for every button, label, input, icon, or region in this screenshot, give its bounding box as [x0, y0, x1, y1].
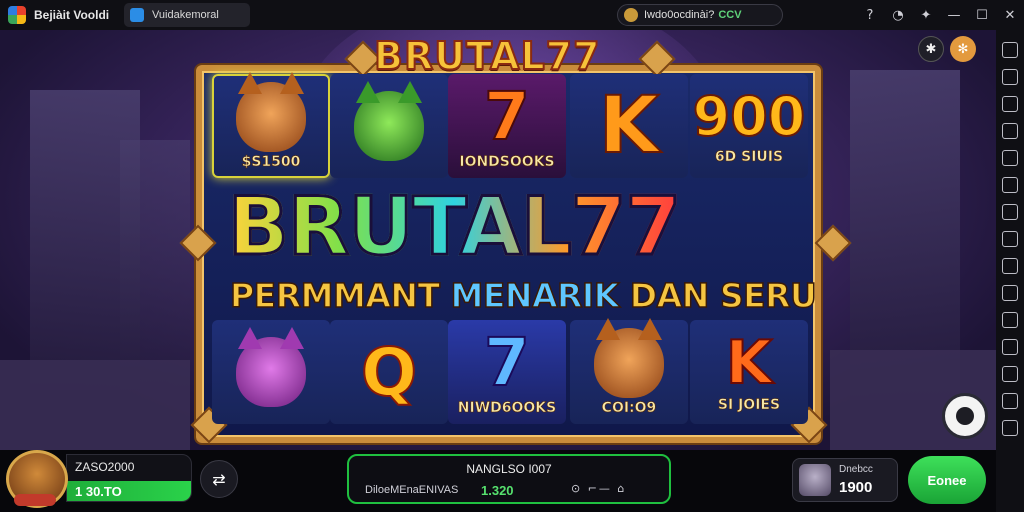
reel-cell[interactable] [330, 74, 448, 178]
cat-orange-icon [594, 318, 664, 398]
maximize-icon[interactable]: ☐ [968, 0, 996, 30]
reel-cell[interactable]: 900 6D SIUIS [690, 74, 808, 178]
balance-bar: 1 30.TO [67, 481, 191, 501]
cell-caption: $S1500 [241, 154, 301, 171]
grid-icon[interactable] [1002, 69, 1018, 85]
tab-app-icon [130, 8, 144, 22]
expand-icon[interactable] [1002, 42, 1018, 58]
puzzle-badge-icon[interactable]: ✱ [918, 36, 944, 62]
win-panel-title: NANGLSO I007 [466, 462, 552, 476]
promo-text: Iwdo0ocdinài? [644, 9, 715, 21]
balance-label: ZASO2000 [75, 460, 135, 474]
puzzle-icon[interactable]: ✦ [912, 0, 940, 30]
back-icon[interactable] [1002, 393, 1018, 409]
cat-purple-icon [236, 327, 306, 407]
cell-caption: NIWD6OOKS [457, 400, 557, 417]
location-icon[interactable] [1002, 339, 1018, 355]
floating-button-icon [956, 407, 974, 425]
reel-cell[interactable]: K [570, 74, 688, 178]
cell-caption: 6D SIUIS [714, 149, 784, 166]
tab-game[interactable]: Vuidakemoral [124, 3, 250, 27]
reel-cell[interactable]: 7 NIWD6OOKS [448, 320, 566, 424]
bell-icon[interactable]: ◔ [884, 0, 912, 30]
subtitle-left: PERMMANT [229, 275, 451, 316]
reel-cell[interactable]: K SI JOIES [690, 320, 808, 424]
app-logo-icon [8, 6, 26, 24]
cat-green-icon [354, 81, 424, 161]
app-title: Bejiàit Vooldi [34, 8, 110, 22]
settings-badge-icon[interactable]: ✻ [950, 36, 976, 62]
volume-icon[interactable] [1002, 177, 1018, 193]
letter-q-icon: Q [360, 333, 418, 412]
shake-icon[interactable] [1002, 312, 1018, 328]
keyboard-icon[interactable] [1002, 96, 1018, 112]
win-panel: NANGLSO I007 DiloeMEnaENIVAS 1.320 ⊙ ⌐— … [347, 454, 671, 504]
tab-label: Vuidakemoral [152, 9, 219, 21]
background-ground-left [0, 360, 190, 450]
more-icon[interactable] [1002, 366, 1018, 382]
number-symbol: 900 [692, 85, 807, 148]
avatar-tag-icon [14, 494, 56, 506]
bet-label: Dnebcc [839, 464, 873, 475]
bet-box[interactable]: Dnebcc 1900 [792, 458, 898, 502]
subtitle-mid: MENARIK [450, 275, 620, 316]
bottom-bar: ZASO2000 1 30.TO ⇄ NANGLSO I007 DiloeMEn… [0, 450, 996, 512]
promo-accent: CCV [718, 9, 742, 21]
letter-k-icon: K [725, 328, 773, 398]
win-panel-icons: ⊙ ⌐— ⌂ [571, 482, 627, 495]
game-logo-title: BRUTAL77 [226, 179, 682, 275]
balance-value: 1 30.TO [75, 484, 122, 499]
folder-icon[interactable] [1002, 231, 1018, 247]
cat-orange-icon [236, 72, 306, 152]
game-viewport[interactable]: ✱ ✻ BRUTAL77 $S1500 7 IONDSOOKS K 900 6D… [0, 30, 996, 450]
record-icon[interactable] [1002, 123, 1018, 139]
close-icon[interactable]: ✕ [996, 0, 1024, 30]
cell-caption: SI JOIES [717, 397, 781, 414]
settings-icon[interactable] [1002, 285, 1018, 301]
seven-fire-icon: 7 [483, 78, 531, 155]
cell-caption: IONDSOOKS [459, 154, 555, 171]
window-controls: ? ◔ ✦ — ☐ ✕ [856, 0, 1024, 30]
seven-blue-icon: 7 [483, 324, 531, 401]
letter-k-icon: K [598, 80, 660, 172]
spin-button[interactable]: Eonee [908, 456, 986, 504]
win-panel-value: 1.320 [481, 483, 514, 498]
top-badges: ✱ ✻ [918, 36, 976, 62]
game-subtitle: PERMMANT MENARIK DAN SERU [229, 275, 818, 316]
background-pillar-left-2 [120, 140, 190, 390]
balance-box: ZASO2000 1 30.TO [66, 454, 192, 502]
home-icon[interactable] [1002, 420, 1018, 436]
promo-icon [624, 8, 638, 22]
floating-action-button[interactable] [942, 393, 988, 439]
title-bar: Bejiàit Vooldi Vuidakemoral Iwdo0ocdinài… [0, 0, 1024, 30]
screenshot-icon[interactable] [1002, 150, 1018, 166]
reel-cell[interactable]: 7 IONDSOOKS [448, 74, 566, 178]
help-icon[interactable]: ? [856, 0, 884, 30]
win-panel-label: DiloeMEnaENIVAS [365, 484, 459, 496]
reel-cell[interactable] [212, 320, 330, 424]
bet-avatar-icon [799, 464, 831, 496]
camera-icon[interactable] [1002, 204, 1018, 220]
reel-cell[interactable]: COI:O9 [570, 318, 688, 424]
reel-cell[interactable]: Q [330, 320, 448, 424]
subtitle-right: DAN SERU [618, 275, 818, 316]
frame-title: BRUTAL77 [373, 33, 601, 79]
minimize-icon[interactable]: — [940, 0, 968, 30]
bet-value: 1900 [839, 479, 873, 496]
swap-button[interactable]: ⇄ [200, 460, 238, 498]
swap-icon: ⇄ [212, 469, 226, 489]
cell-caption: COI:O9 [601, 400, 657, 417]
promo-pill[interactable]: Iwdo0ocdinài? CCV [617, 4, 783, 26]
layers-icon[interactable] [1002, 258, 1018, 274]
reel-cell[interactable]: $S1500 [212, 72, 330, 178]
right-sidebar [996, 30, 1024, 512]
